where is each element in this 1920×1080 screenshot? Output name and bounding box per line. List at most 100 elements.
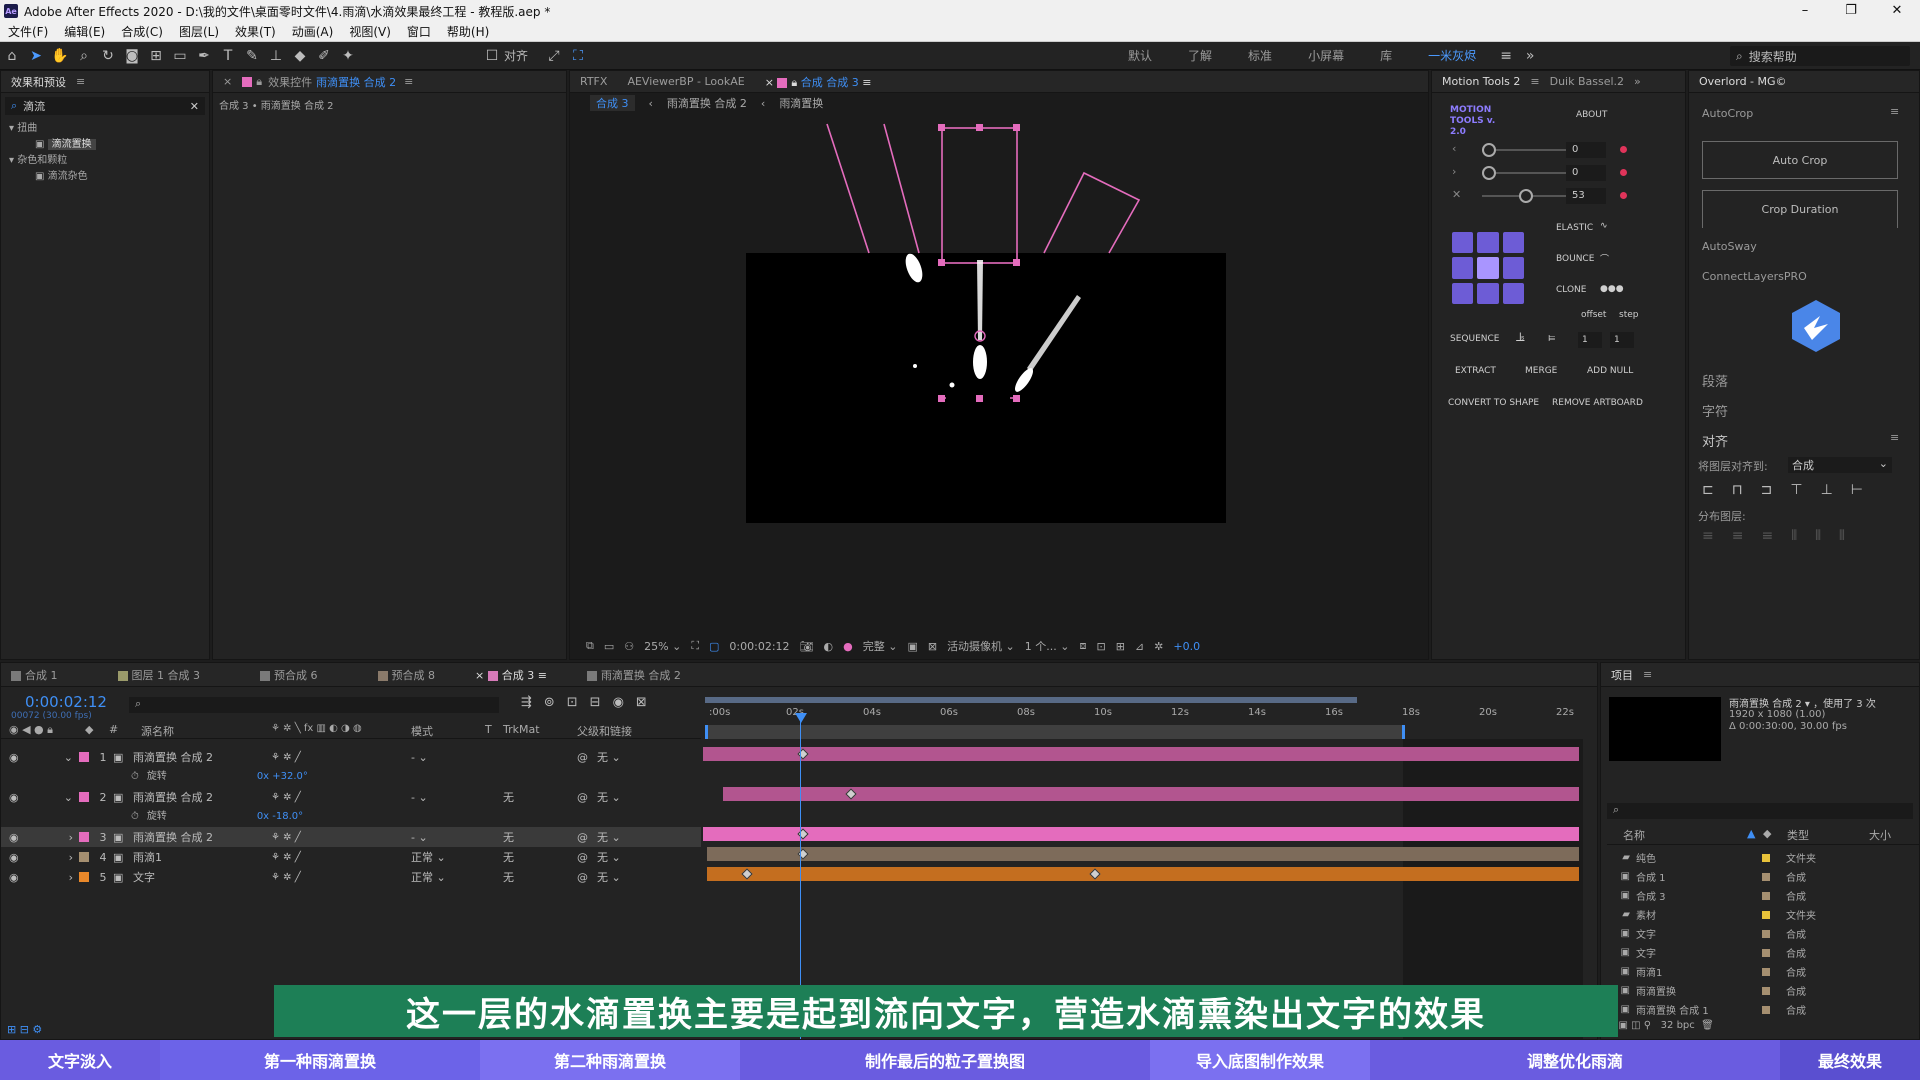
crumb-displace-comp-2[interactable]: 雨滴置换 合成 2 — [667, 95, 747, 111]
trkmat-header[interactable]: TrkMat — [503, 723, 540, 736]
lock-icon[interactable]: 🔒︎ — [256, 75, 262, 89]
align-panel-label[interactable]: 对齐 — [1702, 431, 1728, 450]
pen-tool-icon[interactable]: ✒ — [192, 45, 216, 67]
layer-mode-dropdown[interactable]: - ⌄ — [411, 791, 471, 804]
slider-knob[interactable] — [1482, 143, 1496, 157]
menu-edit[interactable]: 编辑(E) — [56, 23, 113, 40]
mode-header[interactable]: 模式 — [411, 723, 433, 739]
effect-controls-target[interactable]: 雨滴置换 合成 2 — [316, 74, 396, 90]
project-search-input[interactable]: ⌕ — [1607, 803, 1913, 819]
clone-button[interactable]: CLONE — [1556, 285, 1586, 295]
project-item-label-color[interactable] — [1762, 1005, 1770, 1014]
project-item[interactable]: ▣ 雨滴1 合成 — [1606, 962, 1916, 981]
tab-rtfx[interactable]: RTFX — [570, 75, 617, 88]
layer-bar-3[interactable] — [703, 827, 1579, 841]
effect-controls-tab[interactable]: 效果控件 — [268, 74, 312, 90]
add-null-button[interactable]: ADD NULL — [1587, 366, 1633, 376]
layer-label-color[interactable] — [79, 792, 89, 802]
minimize-icon[interactable]: – — [1782, 0, 1828, 22]
anchor-cell[interactable] — [1477, 232, 1499, 254]
project-item[interactable]: ▣ 合成 1 合成 — [1606, 867, 1916, 886]
layer-name[interactable]: 雨滴置换 合成 2 — [133, 749, 263, 765]
slider-value-field[interactable]: 0 — [1566, 165, 1606, 181]
timeline-icon[interactable]: ⊞ — [1116, 640, 1125, 653]
transparency-grid-icon[interactable]: ⊠ — [928, 640, 937, 653]
name-header[interactable]: 名称 — [1623, 827, 1645, 843]
menu-effect[interactable]: 效果(T) — [227, 23, 284, 40]
layer-handle[interactable] — [1013, 259, 1020, 266]
toggle-pixel-icon[interactable]: ⧈ — [1080, 639, 1087, 653]
timeline-layer-row[interactable]: ◉ ⌄ 1 ▣ 雨滴置换 合成 2 ⚘ ✲ ╱ - ⌄ @ 无 ⌄ — [1, 747, 701, 767]
layer-mode-dropdown[interactable]: - ⌄ — [411, 751, 471, 764]
convert-to-shape-button[interactable]: CONVERT TO SHAPE — [1448, 398, 1539, 408]
source-name-header[interactable]: 源名称 — [141, 723, 174, 739]
stopwatch-icon[interactable]: ⏱ — [131, 771, 139, 782]
roto-brush-tool-icon[interactable]: ✐ — [312, 45, 336, 67]
layer-search-input[interactable]: ⌕ — [129, 697, 499, 713]
project-item-label-color[interactable] — [1762, 948, 1770, 957]
slider-value-field[interactable]: 53 — [1566, 188, 1606, 204]
exposure-value[interactable]: +0.0 — [1173, 640, 1200, 653]
views-dropdown[interactable]: 1 个... ⌄ — [1025, 638, 1070, 654]
connect-layers-logo-icon[interactable] — [1790, 298, 1842, 354]
layer-label-color[interactable] — [79, 832, 89, 842]
tab-duik[interactable]: Duik Bassel.2 — [1540, 75, 1634, 88]
tab-overlord[interactable]: Overlord - MG© — [1689, 75, 1797, 88]
crumb-comp-3[interactable]: 合成 3 — [590, 95, 635, 111]
region-icon[interactable]: ▢ — [709, 640, 719, 653]
layer-bar-1[interactable] — [703, 747, 1579, 761]
chapter-second-rain-displace[interactable]: 第二种雨滴置换 — [480, 1040, 740, 1080]
flowchart-icon[interactable]: ⊿ — [1135, 640, 1144, 653]
layer-handle[interactable] — [976, 124, 983, 131]
slider-value-field[interactable]: 0 — [1566, 142, 1606, 158]
menu-view[interactable]: 视图(V) — [341, 23, 399, 40]
timeline-layer-row[interactable]: ◉ › 3 ▣ 雨滴置换 合成 2 ⚘ ✲ ╱ - ⌄ 无 @ 无 ⌄ — [1, 827, 701, 847]
layer-handle[interactable] — [1013, 395, 1020, 402]
layer-switches-icons[interactable]: ⚘ ✲ ╱ — [271, 832, 301, 843]
layer-mode-dropdown[interactable]: 正常 ⌄ — [411, 869, 471, 885]
chapter-optimize-rain[interactable]: 调整优化雨滴 — [1370, 1040, 1780, 1080]
clear-search-icon[interactable]: ✕ — [190, 100, 199, 113]
timeline-tab-comp-3[interactable]: × 合成 3 ≡ — [465, 667, 557, 683]
tree-item-drip-displace[interactable]: ▣ 滴流置换 — [9, 137, 201, 153]
anchor-cell[interactable] — [1452, 257, 1474, 279]
chapter-particle-map[interactable]: 制作最后的粒子置换图 — [740, 1040, 1150, 1080]
type-header[interactable]: 类型 — [1787, 827, 1809, 843]
parent-pick-whip-icon[interactable]: @ — [577, 831, 588, 844]
property-value[interactable]: 0x +32.0° — [257, 771, 308, 782]
align-to-dropdown[interactable]: 合成 ⌄ — [1788, 457, 1892, 473]
help-search[interactable]: ⌕ 搜索帮助 — [1730, 46, 1910, 66]
snap-checkbox[interactable]: ☐ — [480, 45, 504, 67]
parent-header[interactable]: 父级和链接 — [577, 723, 632, 739]
menu-animation[interactable]: 动画(A) — [284, 23, 342, 40]
expand-panels-icon[interactable]: » — [1634, 75, 1641, 88]
project-item[interactable]: ▣ 文字 合成 — [1606, 924, 1916, 943]
anchor-cell[interactable] — [1502, 257, 1524, 279]
layer-trkmat-dropdown[interactable]: 无 — [503, 829, 543, 845]
layer-name[interactable]: 雨滴1 — [133, 849, 263, 865]
sequence-backward-icon[interactable]: ⫢ — [1548, 330, 1555, 345]
step-field[interactable]: 1 — [1610, 332, 1634, 348]
layer-mode-dropdown[interactable]: 正常 ⌄ — [411, 849, 471, 865]
character-panel-label[interactable]: 字符 — [1702, 401, 1728, 420]
sequence-button[interactable]: SEQUENCE — [1450, 334, 1499, 344]
anchor-cell[interactable] — [1452, 282, 1474, 304]
display-icon[interactable]: ▭ — [604, 640, 614, 653]
layer-bar-4[interactable] — [707, 847, 1579, 861]
camera-tool-icon[interactable]: ◙ — [120, 45, 144, 67]
layer-name[interactable]: 雨滴置换 合成 2 — [133, 789, 263, 805]
project-item[interactable]: ▣ 雨滴置换 合成 — [1606, 981, 1916, 1000]
offset-field[interactable]: 1 — [1578, 332, 1602, 348]
resolution-dropdown[interactable]: 完整 ⌄ — [863, 638, 898, 654]
layer-label-color[interactable] — [79, 852, 89, 862]
slider-knob[interactable] — [1519, 189, 1534, 203]
extract-button[interactable]: EXTRACT — [1455, 366, 1496, 376]
timeline-layer-row[interactable]: ◉ › 5 ▣ 文字 ⚘ ✲ ╱ 正常 ⌄ 无 @ 无 ⌄ — [1, 867, 701, 887]
layer-handle[interactable] — [938, 124, 945, 131]
project-item-label-color[interactable] — [1762, 891, 1770, 900]
chapter-text-fade-in[interactable]: 文字淡入 — [0, 1040, 160, 1080]
timeline-layer-row[interactable]: ◉ ⌄ 2 ▣ 雨滴置换 合成 2 ⚘ ✲ ╱ - ⌄ 无 @ 无 ⌄ — [1, 787, 701, 807]
parent-pick-whip-icon[interactable]: @ — [577, 791, 588, 804]
menu-window[interactable]: 窗口 — [399, 23, 439, 40]
visibility-eye-icon[interactable]: ◉ — [1, 851, 41, 864]
